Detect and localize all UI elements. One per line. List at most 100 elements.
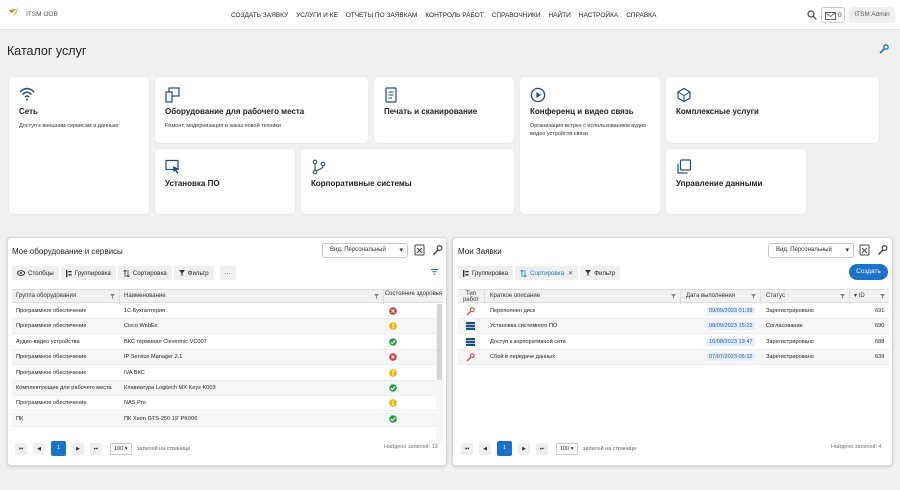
filter-icon[interactable] [840,294,845,299]
equipment-view-select[interactable]: Вид: Персональный [322,243,408,258]
page-size-select[interactable]: 100 ▾ [110,442,132,455]
catalog-card-workplace[interactable]: Оборудование для рабочего места Ремонт, … [155,77,368,143]
nav-find[interactable]: НАЙТИ [549,12,571,19]
table-row[interactable]: Программное обеспечение Cisco WebEx [12,319,436,335]
column-header-group[interactable]: Группа оборудования [12,290,120,304]
column-header-date[interactable]: Дата выполнения [681,290,761,304]
requests-view-select[interactable]: Вид: Персональный [768,243,854,258]
pager-prev[interactable]: ◀ [479,442,491,455]
pager-first[interactable]: ⏮ [461,442,473,455]
cell-health [389,414,397,425]
filter-icon[interactable] [110,294,115,299]
cell-id: 691 [875,308,885,314]
group-button[interactable]: Группировка [60,266,116,280]
page-size-select[interactable]: 100 ▾ [556,442,578,455]
pager-page-1[interactable]: 1 [497,441,512,456]
sort-button[interactable]: Сортировка ✕ [515,266,579,280]
pager-last[interactable]: ⏭ [90,442,102,455]
catalog-card-network[interactable]: Сеть Доступ к внешним сервисам и данным [9,77,149,214]
create-button[interactable]: Создать [849,264,888,280]
catalog-card-complex[interactable]: Комплексные услуги [666,77,879,143]
nav-help[interactable]: СПРАВКА [626,12,656,19]
quick-filter-icon[interactable] [431,269,438,275]
export-excel-icon[interactable] [414,244,425,256]
nav-create-request[interactable]: СОЗДАТЬ ЗАЯВКУ [231,12,288,19]
catalog-card-corporate[interactable]: Корпоративные системы [301,149,514,214]
settings-wrench-icon[interactable] [877,244,888,256]
more-button[interactable]: ··· [219,266,236,280]
catalog-card-conference[interactable]: Конференц и видео связь Организация встр… [520,77,660,214]
equipment-scrollbar[interactable] [436,304,443,444]
card-title: Печать и сканирование [384,107,478,116]
nav-work-control[interactable]: КОНТРОЛЬ РАБОТ [425,12,483,19]
column-label: Наименование [124,293,166,299]
filter-button[interactable]: Фильтр [580,266,621,280]
monitor-cursor-icon [165,159,179,174]
nav-reports[interactable]: ОТЧЕТЫ ПО ЗАЯВКАМ [346,12,418,19]
filter-icon[interactable] [751,294,756,299]
health-warning-icon [389,399,397,408]
group-button[interactable]: Группировка [458,266,514,280]
wrench-icon[interactable] [879,44,889,54]
nav-services[interactable]: УСЛУГИ И КЕ [296,12,338,19]
column-header-status[interactable]: Статус [761,290,850,304]
table-row[interactable]: Программное обеспечение 1С Бухгалтерия [12,304,436,319]
incident-icon [466,307,475,316]
messages-button[interactable]: 0 [821,7,845,23]
sort-icon [122,269,130,277]
scrollbar-thumb[interactable] [437,304,442,380]
eye-icon [17,270,25,276]
cell-date: 09/09/2023 01:39 [707,307,755,315]
nav-settings[interactable]: НАСТРОЙКА [579,12,618,19]
play-icon [530,87,546,103]
columns-button[interactable]: Столбцы [12,266,59,280]
search-icon[interactable] [807,10,817,20]
brand-name[interactable]: ITSM OOB [26,11,58,18]
wifi-icon [19,87,35,101]
pager-page-1[interactable]: 1 [51,441,66,456]
export-excel-icon[interactable] [859,244,870,256]
pager-first[interactable]: ⏮ [15,442,27,455]
table-row[interactable]: Программное обеспечение IVA ВКС [12,366,436,381]
table-row[interactable]: Программное обеспечение IP Service Manage… [12,350,436,366]
user-menu-button[interactable]: ITSM Admin [849,7,895,23]
catalog-card-print[interactable]: Печать и сканирование [374,77,514,143]
filter-icon[interactable] [671,294,676,299]
table-row[interactable]: Установка системного ПО 08/09/2023 15:22 С… [458,319,889,335]
pager-last[interactable]: ⏭ [536,442,548,455]
logo-icon[interactable] [8,5,20,23]
table-row[interactable]: Доступ к корпоративной сети 16/08/2023 13… [458,335,889,350]
column-header-health[interactable]: Состояние здоровья [384,290,443,304]
filter-button[interactable]: Фильтр [173,266,214,280]
column-header-id[interactable]: ▾ ID [850,290,889,304]
catalog-card-data[interactable]: Управление данными [666,149,806,214]
pager-next[interactable]: ▶ [518,442,530,455]
table-row[interactable]: Комплектующие для рабочего места Клавиату… [12,381,436,396]
filter-icon[interactable] [374,294,379,299]
page-size-label: записей на странице [583,445,637,452]
table-row[interactable]: Сбой в передаче данных 07/07/2023 05:32 За… [458,350,889,366]
filter-icon[interactable] [880,294,885,299]
page-title: Каталог услуг [7,44,87,58]
table-row[interactable]: Аудио-видео устройства ВКС терминал Cleve… [12,335,436,350]
clear-sort-icon[interactable]: ✕ [568,270,573,277]
column-label: Тип работ [462,291,480,303]
cell-date: 07/07/2023 05:32 [707,353,755,362]
copy-icon [677,159,692,174]
filter-label: Фильтр [594,269,616,277]
cell-id: 639 [875,354,885,361]
pager-prev[interactable]: ◀ [33,442,45,455]
table-row[interactable]: Программное обеспечение NAS Pro [12,396,436,412]
nav-directories[interactable]: СПРАВОЧНИКИ [492,12,541,19]
pager-next[interactable]: ▶ [72,442,84,455]
column-header-description[interactable]: Краткое описание [485,290,681,304]
catalog-card-software[interactable]: Установка ПО [155,149,295,214]
card-title: Конференц и видео связь [530,107,634,116]
settings-wrench-icon[interactable] [432,244,443,256]
column-header-type[interactable]: Тип работ [458,290,485,304]
sort-button[interactable]: Сортировка [117,266,172,280]
table-row[interactable]: ПК ПК Xeon GTS-250 19' PK006 [12,411,436,427]
table-row[interactable]: Переполнен диск 09/09/2023 01:39 Зарегистр… [458,304,889,319]
health-ok-icon [389,414,397,423]
column-header-name[interactable]: Наименование [120,290,384,304]
